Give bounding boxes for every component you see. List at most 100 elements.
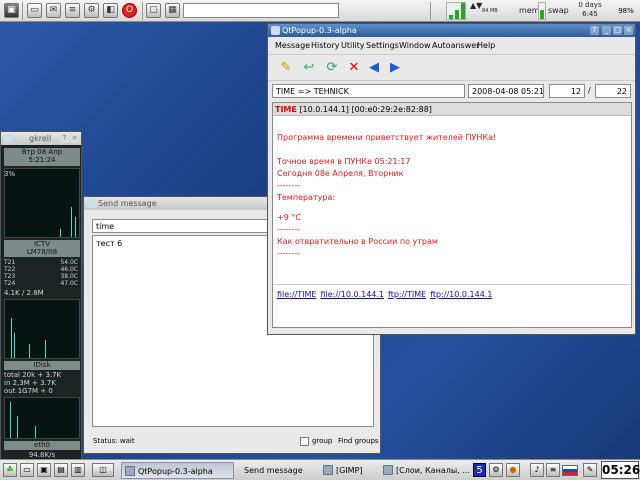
computer-icon[interactable]: ▣ — [37, 463, 51, 477]
gkrellm-sensor-name: T22 — [4, 266, 16, 273]
battery-indicator: 98% — [618, 7, 634, 15]
qtpopup-app-icon — [271, 26, 280, 35]
previous-icon[interactable]: ◀ — [365, 59, 383, 77]
close-icon[interactable]: × — [624, 26, 633, 35]
mem-bar — [538, 2, 546, 20]
link-ftp-time[interactable]: ftp://TIME — [388, 290, 426, 299]
gkrellm-net-spike — [45, 340, 46, 358]
new-message-icon[interactable]: ✎ — [277, 59, 295, 77]
menu-utility[interactable]: Utility — [341, 41, 365, 51]
gkrellm-net-spike — [11, 318, 12, 358]
task-qtpopup[interactable]: QtPopup-0.3-alpha — [121, 462, 234, 479]
gkrellm-title: gkrell — [29, 134, 52, 143]
address-field[interactable]: TIME => TEHNICK — [272, 84, 465, 98]
gkrellm-disk-spike — [35, 426, 36, 438]
apps-icon[interactable]: ◧ — [103, 3, 118, 18]
link-ftp-ip[interactable]: ftp://10.0.144.1 — [430, 290, 492, 299]
qtpopup-window: QtPopup-0.3-alpha ? _ □ × Message Histor… — [267, 23, 636, 335]
qtpopup-titlebar[interactable]: QtPopup-0.3-alpha ? _ □ × — [268, 24, 635, 37]
menu-help[interactable]: Help — [477, 41, 495, 51]
mail-icon[interactable]: ✉ — [46, 3, 61, 18]
calendar-icon[interactable]: ▦ — [165, 3, 180, 18]
menu-autoanswer[interactable]: Autoanswer — [432, 41, 479, 51]
send-message-title: Send message — [98, 199, 157, 208]
task-send-message[interactable]: Send message — [236, 462, 318, 479]
show-desktop-icon[interactable]: ◫ — [92, 463, 114, 477]
opera-icon[interactable]: O — [122, 3, 137, 18]
tray-notes-icon[interactable]: ✎ — [583, 463, 597, 477]
task-gimp-layers[interactable]: [Слои, Каналы, ... — [380, 462, 470, 479]
gkrellm-sensor-value: 38.0C — [60, 273, 78, 280]
menu-history[interactable]: History — [311, 41, 339, 51]
cpu-monitor-bar — [455, 10, 459, 19]
workspace-switcher[interactable]: 5 — [473, 463, 486, 477]
uptime-days: 0 days — [578, 1, 602, 9]
message-links: file://TIME file://10.0.144.1 ftp://TIME ft… — [277, 290, 496, 300]
trash-icon[interactable]: ▥ — [71, 463, 85, 477]
terminal-icon[interactable]: ▣ — [4, 3, 19, 18]
gkrellm-sensor-row: T23 38.0C — [4, 273, 80, 280]
gkrellm-sensor-header: ICTV — [33, 240, 51, 248]
keyboard-layout-flag-icon[interactable] — [562, 465, 578, 476]
cpu-monitor-bar — [461, 3, 465, 19]
gkrellm-close-icon[interactable]: × — [70, 134, 79, 143]
menu-message[interactable]: Message — [275, 41, 310, 51]
gkrellm-sensor-name: T21 — [4, 259, 16, 266]
start-menu-icon[interactable]: ☘ — [3, 463, 17, 477]
maximize-icon[interactable]: □ — [613, 26, 622, 35]
message-line: Температура: — [277, 193, 336, 202]
network-icon[interactable]: ⚙ — [84, 3, 99, 18]
computer-icon[interactable]: ▭ — [27, 3, 42, 18]
message-index-field[interactable]: 12 — [549, 84, 585, 98]
gkrellm-sensor-value: 46.0C — [60, 266, 78, 273]
net-monitor-icon: ▲▼ — [470, 1, 483, 10]
message-line: Программа времени приветствует жителей П… — [277, 133, 497, 142]
delete-icon[interactable]: ✕ — [345, 59, 363, 77]
desktop-icon[interactable]: ▭ — [20, 463, 34, 477]
message-divider — [273, 284, 631, 285]
message-view[interactable]: TIME [10.0.144.1] [00:e0:29:2e:82:88] Пр… — [272, 102, 632, 328]
swap-label: swap — [548, 6, 569, 15]
task-gimp[interactable]: [GIMP] — [320, 462, 378, 479]
next-icon[interactable]: ▶ — [386, 59, 404, 77]
tray-icon[interactable]: ⚙ — [489, 463, 503, 477]
help-icon[interactable]: ? — [590, 26, 599, 35]
message-line: Точное время в ПУНКе 05:21:17 — [277, 157, 411, 166]
gkrellm-disk-label: IDisk — [4, 361, 80, 370]
send-message-app-icon — [87, 199, 96, 208]
link-file-ip[interactable]: file://10.0.144.1 — [320, 290, 384, 299]
gkrellm-eth-value: 94.8K/s — [28, 451, 56, 459]
tray-sound-icon[interactable]: ♪ — [530, 463, 544, 477]
reply-icon[interactable]: ↩ — [300, 59, 318, 77]
gkrellm-menu-icon[interactable]: ? — [60, 134, 69, 143]
panel-separator — [430, 2, 431, 20]
datetime-field: 2008-04-08 05:21:18 — [468, 84, 544, 98]
menu-settings[interactable]: Settings — [366, 41, 399, 51]
command-input[interactable] — [183, 3, 339, 18]
task-label: Send message — [244, 466, 303, 475]
message-sender: TIME — [275, 105, 297, 114]
gkrellm-titlebar[interactable]: gkrell ? × — [1, 132, 81, 145]
task-label: [GIMP] — [336, 466, 363, 475]
gkrellm-cpu-spike — [71, 207, 72, 237]
menubar: Message History Utility Settings Window … — [268, 37, 635, 55]
task-app-icon — [125, 466, 135, 476]
panel-separator — [142, 2, 143, 20]
group-checkbox[interactable] — [300, 437, 309, 446]
gkrellm-disk-line: total 20k + 3.7K — [4, 371, 62, 379]
filemanager-icon[interactable]: ▤ — [54, 463, 68, 477]
link-file-time[interactable]: file://TIME — [277, 290, 316, 299]
find-groups-button[interactable]: Find groups — [338, 436, 379, 446]
mem-label: mem — [519, 6, 540, 15]
message-sender-info: [10.0.144.1] [00:e0:29:2e:82:88] — [296, 105, 432, 114]
cpu-monitor-bar — [449, 15, 453, 19]
taskbar-clock[interactable]: 05:26 — [601, 461, 640, 479]
tray-network-icon[interactable]: ≡ — [546, 463, 560, 477]
refresh-icon[interactable]: ⟳ — [323, 59, 341, 77]
menu-window[interactable]: Window — [399, 41, 431, 51]
document-icon[interactable]: ≡ — [65, 3, 80, 18]
toolbar: ✎ ↩ ⟳ ✕ ◀ ▶ — [268, 55, 635, 81]
minimize-icon[interactable]: _ — [602, 26, 611, 35]
screenshot-icon[interactable]: ▢ — [146, 3, 161, 18]
tray-firefox-icon[interactable]: ● — [506, 463, 520, 477]
